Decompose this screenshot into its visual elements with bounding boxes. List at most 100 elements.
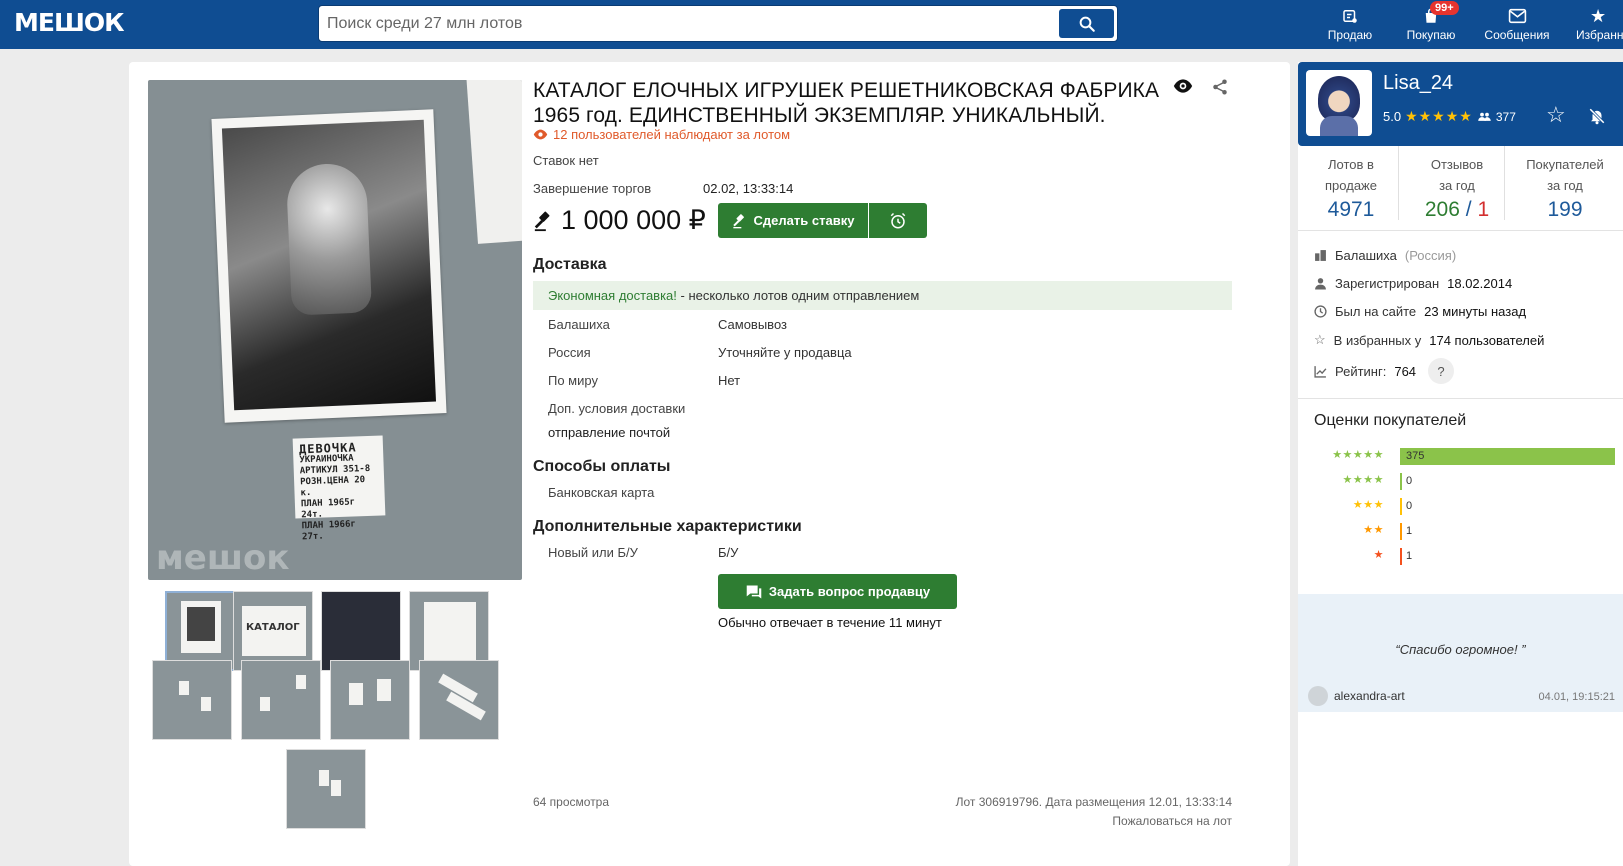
eye-icon[interactable] [1173,78,1193,94]
rating-row-count: 1 [1406,525,1413,537]
divider [1504,146,1505,220]
search-input[interactable] [327,12,1017,36]
nav-favorites[interactable]: ★ Избранн [1576,4,1623,43]
thumb-paper [424,602,476,664]
fav-label: В избранных у [1333,332,1422,348]
seller-panel: Lisa_24 5.0 ★★★★★ 377 ☆ Лотов в продаже … [1298,62,1623,866]
nav-sell[interactable]: Продаю [1322,4,1378,42]
thumbnail[interactable] [419,660,499,740]
seller-rating-score: Рейтинг: 764 ? [1314,358,1455,384]
stat-lots: Лотов в продаже 4971 [1303,154,1399,220]
delivery-place: Россия [548,345,591,360]
seller-registered: Зарегистрирован 18.02.2014 [1314,276,1512,291]
nav-buy[interactable]: 99+ Покупаю [1398,1,1464,42]
lot-meta: Лот 306919796. Дата размещения 12.01, 13… [955,795,1232,809]
delivery-heading: Доставка [533,256,607,273]
rating-row-count: 0 [1406,500,1413,512]
seller-avatar[interactable] [1306,70,1372,136]
seller-name[interactable]: Lisa_24 [1383,72,1453,95]
user-icon [1315,278,1326,290]
rating-row[interactable]: ★★★★ 0 [1314,471,1614,491]
thumbnail[interactable] [321,591,401,671]
eco-highlight[interactable]: Экономная доставка! [548,288,677,303]
delivery-value: Самовывоз [718,317,787,332]
rating-row-bar [1400,448,1615,465]
fav-value: 174 пользователей [1429,332,1545,348]
help-button[interactable]: ? [1428,358,1455,384]
report-lot-link[interactable]: Пожаловаться на лот [829,814,1232,828]
delivery-place: По миру [548,373,598,388]
watchers-info: 12 пользователей наблюдают за лотом [533,127,790,142]
price-value: 1 000 000 ₽ [561,205,706,235]
rating-row-stars: ★★★★ [1342,474,1384,486]
nav-sell-label: Продаю [1327,28,1373,42]
thumbnail[interactable]: КАТАЛОГ [233,591,313,671]
author-name: alexandra-art [1334,689,1405,703]
toy-figure [285,162,373,316]
divider [1398,146,1399,220]
rating-row[interactable]: ★★★★★ 375 [1314,446,1615,466]
reminder-button[interactable] [869,203,927,238]
nav-favorites-label: Избранн [1576,28,1623,42]
condition-value: Б/У [718,545,739,560]
stat-value[interactable]: 206 / 1 [1409,199,1505,220]
last-seen-value: 23 минуты назад [1424,304,1527,319]
payment-heading: Способы оплаты [533,458,671,475]
share-icon[interactable] [1211,78,1229,96]
place-bid-button[interactable]: Сделать ставку [718,203,868,238]
rating-row-bar [1400,498,1402,515]
rating-row-count: 0 [1406,475,1413,487]
rating-row[interactable]: ★ 1 [1314,546,1614,566]
users-icon [1478,112,1491,121]
lot-title: КАТАЛОГ ЕЛОЧНЫХ ИГРУШЕК РЕШЕТНИКОВСКАЯ Ф… [533,79,1160,127]
search-icon [1079,16,1095,32]
reviews-count: 377 [1495,109,1516,124]
delivery-value: Уточняйте у продавца [718,345,852,360]
rating-row-bar [1400,523,1402,540]
search-button[interactable] [1059,9,1114,38]
country: (Россия) [1404,248,1457,263]
favorite-star-icon[interactable]: ☆ [1546,102,1566,128]
thumbnail[interactable] [409,591,489,671]
ask-seller-button[interactable]: Задать вопрос продавцу [718,574,957,609]
positive-reviews: 206 [1424,198,1460,221]
clock-icon [1314,305,1327,318]
seller-location: Балашиха (Россия) [1314,248,1456,263]
divider [1298,230,1623,231]
photo-label-line: РОЗН.ЦЕНА 20 к. [299,475,366,499]
thumbnail[interactable] [152,660,232,740]
end-value: 02.02, 13:33:14 [703,181,794,196]
main-photo[interactable]: ДЕВОЧКА УКРАИНОЧКА АРТИКУЛ 351-8 РОЗН.ЦЕ… [148,80,522,580]
rating-row-bar [1400,473,1402,490]
extra-delivery-value: отправление почтой [548,425,671,440]
ask-seller-label: Задать вопрос продавцу [768,584,931,599]
search-box [318,5,1118,42]
thumbnail[interactable] [330,660,410,740]
rating-label: Рейтинг: [1335,363,1387,379]
author-avatar [1308,686,1328,706]
chart-line-icon [1314,365,1327,378]
seller-rating: 5.0 ★★★★★ 377 [1383,108,1516,125]
nav-messages[interactable]: Сообщения [1480,4,1554,42]
stat-buyers: Покупателей за год 199 [1510,154,1620,220]
nav-buy-label: Покупаю [1406,28,1456,42]
delivery-place: Балашиха [548,317,610,332]
stat-value[interactable]: 4971 [1303,199,1399,220]
thumbnail[interactable] [241,660,321,740]
stat-separator: / [1459,198,1478,221]
thumbnail[interactable] [286,749,366,829]
condition-label: Новый или Б/У [548,545,638,560]
divider [1298,398,1623,399]
bell-muted-icon[interactable] [1588,106,1606,126]
photo-print [211,109,447,423]
top-bar: МЕШОК Продаю 99+ Покупаю Сообщения ★ Изб… [0,0,1623,49]
rating-row[interactable]: ★★★ 0 [1314,496,1614,516]
reply-time: Обычно отвечает в течение 11 минут [718,615,942,630]
rating-row[interactable]: ★★ 1 [1314,521,1614,541]
stat-value: 199 [1547,198,1583,221]
review-author[interactable]: alexandra-art [1308,686,1405,706]
seller-last-seen: Был на сайте 23 минуты назад [1314,304,1526,319]
site-logo[interactable]: МЕШОК [14,8,125,37]
photo-label-line: ПЛАН 1966г 27т. [301,519,357,543]
payment-method: Банковская карта [548,485,655,500]
